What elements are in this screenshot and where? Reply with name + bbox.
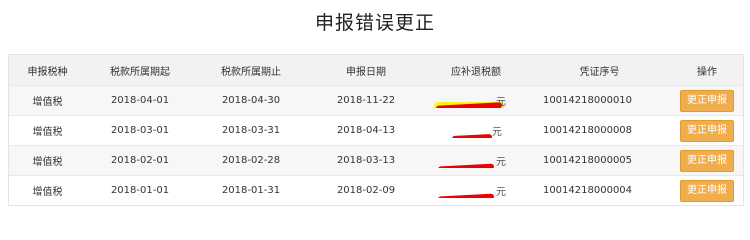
cell-voucher: 10014218000010 (528, 95, 671, 106)
cell-period-start: 2018-04-01 (110, 95, 170, 106)
cell-period-start: 2018-01-01 (110, 185, 170, 196)
header-period-start: 税款所属期起 (110, 66, 170, 78)
table-row: 增值税 2018-03-01 2018-03-31 2018-04-13 元 1… (9, 115, 743, 145)
cell-period-end: 2018-04-30 (221, 95, 281, 106)
header-voucher: 凭证序号 (579, 66, 620, 78)
cell-voucher: 10014218000004 (528, 185, 671, 196)
cell-voucher: 10014218000008 (528, 125, 671, 136)
cell-amount: 元 (424, 183, 528, 198)
correct-declaration-button[interactable]: 更正申报 (680, 89, 734, 112)
cell-period-end: 2018-03-31 (221, 125, 281, 136)
cell-tax-type: 增值税 (32, 187, 63, 198)
header-action: 操作 (697, 66, 717, 78)
cell-action: 更正申报 (671, 179, 743, 202)
table-row: 增值税 2018-04-01 2018-04-30 2018-11-22 元 1… (9, 85, 743, 115)
voucher-number: 10014218000004 (542, 185, 633, 196)
redaction-mark (437, 193, 495, 198)
redaction-mark (437, 163, 495, 168)
cell-amount: 元 (424, 153, 528, 168)
cell-period-start: 2018-02-01 (110, 155, 170, 166)
voucher-number: 10014218000010 (542, 95, 633, 106)
amount-unit: 元 (496, 97, 506, 108)
amount-unit: 元 (496, 187, 506, 198)
amount-unit: 元 (496, 157, 506, 168)
cell-amount: 元 (424, 123, 528, 138)
correct-declaration-button[interactable]: 更正申报 (680, 119, 734, 142)
header-amount: 应补退税额 (451, 66, 501, 78)
cell-tax-type: 增值税 (32, 97, 63, 108)
cell-action: 更正申报 (671, 149, 743, 172)
voucher-number: 10014218000008 (542, 125, 633, 136)
cell-amount: 元 (424, 93, 528, 108)
header-filing-date: 申报日期 (346, 66, 386, 78)
cell-filing-date: 2018-04-13 (336, 125, 396, 136)
header-period-end: 税款所属期止 (221, 66, 281, 78)
header-tax-type: 申报税种 (27, 66, 68, 78)
cell-action: 更正申报 (671, 89, 743, 112)
cell-period-end: 2018-02-28 (221, 155, 281, 166)
table-row: 增值税 2018-01-01 2018-01-31 2018-02-09 元 1… (9, 175, 743, 205)
declaration-table: 申报税种 税款所属期起 税款所属期止 申报日期 应补退税额 凭证序号 操作 增值… (8, 54, 744, 206)
table-header-row: 申报税种 税款所属期起 税款所属期止 申报日期 应补退税额 凭证序号 操作 (9, 55, 743, 85)
cell-voucher: 10014218000005 (528, 155, 671, 166)
cell-tax-type: 增值税 (32, 127, 63, 138)
cell-period-start: 2018-03-01 (110, 125, 170, 136)
cell-filing-date: 2018-11-22 (336, 95, 396, 106)
amount-unit: 元 (492, 127, 502, 138)
cell-filing-date: 2018-02-09 (336, 185, 396, 196)
table-row: 增值税 2018-02-01 2018-02-28 2018-03-13 元 1… (9, 145, 743, 175)
page-title: 申报错误更正 (314, 12, 435, 34)
correct-declaration-button[interactable]: 更正申报 (680, 149, 734, 172)
cell-filing-date: 2018-03-13 (336, 155, 396, 166)
correct-declaration-button[interactable]: 更正申报 (680, 179, 734, 202)
cell-action: 更正申报 (671, 119, 743, 142)
voucher-number: 10014218000005 (542, 155, 633, 166)
cell-tax-type: 增值税 (32, 157, 63, 168)
redaction-mark (451, 133, 493, 138)
cell-period-end: 2018-01-31 (221, 185, 281, 196)
